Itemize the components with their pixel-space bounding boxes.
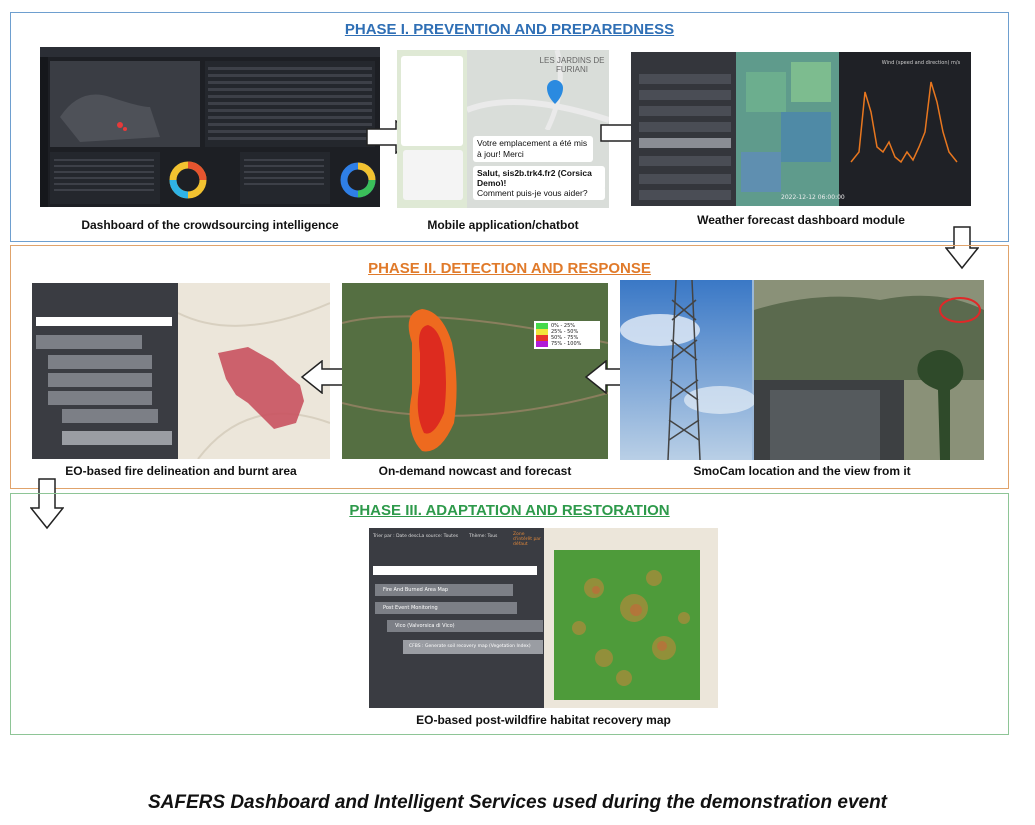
chat-message-help: Comment puis-je vous aider? xyxy=(473,186,605,200)
nowcast-forecast-screenshot: 0% - 25% 25% - 50% 50% - 75% 75% - 100% xyxy=(342,283,608,459)
wind-chart-title: Wind (speed and direction) m/s xyxy=(881,60,961,66)
caption-fire-delineation: EO-based fire delineation and burnt area xyxy=(65,464,297,478)
weather-timestamp: 2022-12-12 06:00:00 xyxy=(781,194,845,201)
caption-nowcast: On-demand nowcast and forecast xyxy=(378,464,572,478)
map-label: LES JARDINS DE FURIANI xyxy=(539,56,605,74)
tree-item-fire-map[interactable]: Fire And Burned Area Map xyxy=(375,584,513,596)
search-input[interactable] xyxy=(373,566,537,575)
phase-1-title: PHASE I. PREVENTION AND PREPAREDNESS xyxy=(344,21,675,38)
legend-item: 75% - 100% xyxy=(536,341,598,347)
caption-smocam: SmoCam location and the view from it xyxy=(693,464,911,478)
theme-filter[interactable]: Thème: Tous xyxy=(469,534,497,539)
tree-item-location[interactable]: Vico (Valvorsica di Vico) xyxy=(387,620,543,632)
mobile-chatbot-screenshot: LES JARDINS DE FURIANI Votre emplacement… xyxy=(397,50,609,208)
caption-crowdsourcing: Dashboard of the crowdsourcing intellige… xyxy=(81,218,339,232)
source-filter[interactable]: La source: Toutes xyxy=(419,534,458,539)
caption-weather: Weather forecast dashboard module xyxy=(697,213,905,227)
restoration-sidebar: Trier par : Date desc La source: Toutes … xyxy=(369,528,544,708)
tree-item-soil-recovery[interactable]: CFBS : Generate soil recovery map (Veget… xyxy=(403,640,543,654)
habitat-recovery-screenshot: Trier par : Date desc La source: Toutes … xyxy=(369,528,718,708)
legend-swatch xyxy=(536,341,548,347)
tree-item-post-event[interactable]: Post Event Monitoring xyxy=(375,602,517,614)
sort-filter[interactable]: Trier par : Date desc xyxy=(373,534,419,539)
nowcast-legend: 0% - 25% 25% - 50% 50% - 75% 75% - 100% xyxy=(534,321,600,349)
figure-caption: SAFERS Dashboard and Intelligent Service… xyxy=(147,792,888,813)
fire-delineation-screenshot xyxy=(32,283,330,459)
location-pin-icon xyxy=(547,80,563,104)
phase-3-title: PHASE III. ADAPTATION AND RESTORATION xyxy=(349,502,670,519)
caption-mobile-chatbot: Mobile application/chatbot xyxy=(427,218,579,232)
legend-label: 75% - 100% xyxy=(551,341,582,347)
weather-dashboard-screenshot: Wind (speed and direction) m/s 2022-12-1… xyxy=(631,52,971,206)
caption-habitat-recovery: EO-based post-wildfire habitat recovery … xyxy=(416,713,671,727)
chat-message-updated: Votre emplacement a été mis à jour! Merc… xyxy=(473,136,593,162)
phase-2-title: PHASE II. DETECTION AND RESPONSE xyxy=(368,260,651,277)
default-zone-note: Zone d'intérêt par défaut xyxy=(513,532,541,547)
crowdsourcing-dashboard-screenshot xyxy=(40,47,380,207)
smocam-screenshot xyxy=(620,280,984,460)
